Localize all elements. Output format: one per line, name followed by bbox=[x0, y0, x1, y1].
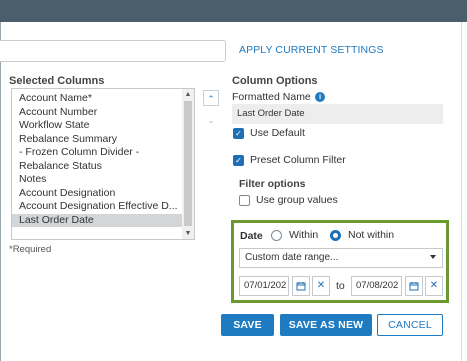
within-label: Within bbox=[289, 229, 319, 241]
scroll-up-arrow-icon[interactable]: ▲ bbox=[182, 89, 194, 100]
caret-down-icon bbox=[430, 255, 436, 259]
not-within-label: Not within bbox=[348, 229, 395, 241]
preset-column-filter-checkbox[interactable]: ✓ bbox=[233, 155, 244, 166]
close-icon: ✕ bbox=[429, 280, 439, 291]
date-filter-label: Date bbox=[240, 230, 263, 242]
list-item[interactable]: Rebalance Status bbox=[19, 160, 194, 174]
chevron-down-icon: ⌄ bbox=[207, 115, 215, 125]
scrollbar-thumb[interactable] bbox=[184, 101, 192, 226]
view-name-input[interactable] bbox=[0, 40, 226, 62]
date-range-select[interactable]: Custom date range... bbox=[239, 248, 443, 268]
list-item[interactable]: Rebalance Summary bbox=[19, 133, 194, 147]
use-group-values-checkbox[interactable] bbox=[239, 195, 250, 206]
from-date-input[interactable]: 07/01/202 bbox=[239, 276, 289, 296]
panel-right-border bbox=[461, 22, 462, 361]
preset-column-filter-label: Preset Column Filter bbox=[250, 154, 346, 166]
list-item[interactable]: Account Designation Effective D... bbox=[19, 200, 194, 214]
save-as-new-button[interactable]: SAVE AS NEW bbox=[280, 314, 372, 336]
calendar-icon bbox=[409, 282, 419, 291]
to-date-clear-button[interactable]: ✕ bbox=[425, 276, 443, 296]
selected-columns-heading: Selected Columns bbox=[9, 75, 105, 87]
calendar-icon bbox=[296, 282, 306, 291]
to-label: to bbox=[336, 280, 345, 292]
column-options-heading: Column Options bbox=[232, 75, 318, 87]
to-date-calendar-button[interactable] bbox=[405, 276, 423, 296]
use-group-values-label: Use group values bbox=[256, 194, 338, 206]
within-radio[interactable] bbox=[271, 230, 282, 241]
formatted-name-field[interactable]: Last Order Date bbox=[232, 104, 443, 124]
list-item[interactable]: Account Designation bbox=[19, 187, 194, 201]
apply-current-settings-link[interactable]: APPLY CURRENT SETTINGS bbox=[239, 44, 384, 56]
chevron-up-icon: ⌃ bbox=[207, 94, 215, 104]
filter-options-heading: Filter options bbox=[239, 178, 306, 190]
list-item[interactable]: Notes bbox=[19, 173, 194, 187]
close-icon: ✕ bbox=[316, 280, 326, 291]
cancel-button[interactable]: CANCEL bbox=[377, 314, 443, 336]
from-date-calendar-button[interactable] bbox=[292, 276, 310, 296]
selected-columns-list[interactable]: Account Name* Account Number Workflow St… bbox=[11, 88, 195, 240]
move-down-button[interactable]: ⌄ bbox=[203, 112, 219, 128]
use-default-label: Use Default bbox=[250, 127, 305, 139]
formatted-name-label: Formatted Name bbox=[232, 91, 311, 103]
move-up-button[interactable]: ⌃ bbox=[203, 90, 219, 106]
top-header-bar bbox=[0, 0, 467, 22]
panel-left-border bbox=[0, 22, 1, 361]
required-note: *Required bbox=[9, 244, 52, 255]
list-item[interactable]: Account Number bbox=[19, 106, 194, 120]
list-item[interactable]: - Frozen Column Divider - bbox=[19, 146, 194, 160]
from-date-clear-button[interactable]: ✕ bbox=[312, 276, 330, 296]
list-item[interactable]: Account Name* bbox=[19, 92, 194, 106]
list-scrollbar[interactable]: ▲ ▼ bbox=[182, 89, 194, 239]
use-default-checkbox[interactable]: ✓ bbox=[233, 128, 244, 139]
date-range-select-value: Custom date range... bbox=[245, 252, 339, 263]
list-item-selected[interactable]: Last Order Date bbox=[12, 213, 184, 227]
save-button[interactable]: SAVE bbox=[221, 314, 274, 336]
list-item[interactable]: Workflow State bbox=[19, 119, 194, 133]
scroll-down-arrow-icon[interactable]: ▼ bbox=[182, 228, 194, 239]
info-icon[interactable]: i bbox=[315, 92, 325, 102]
not-within-radio[interactable] bbox=[330, 230, 341, 241]
to-date-input[interactable]: 07/08/202 bbox=[351, 276, 402, 296]
